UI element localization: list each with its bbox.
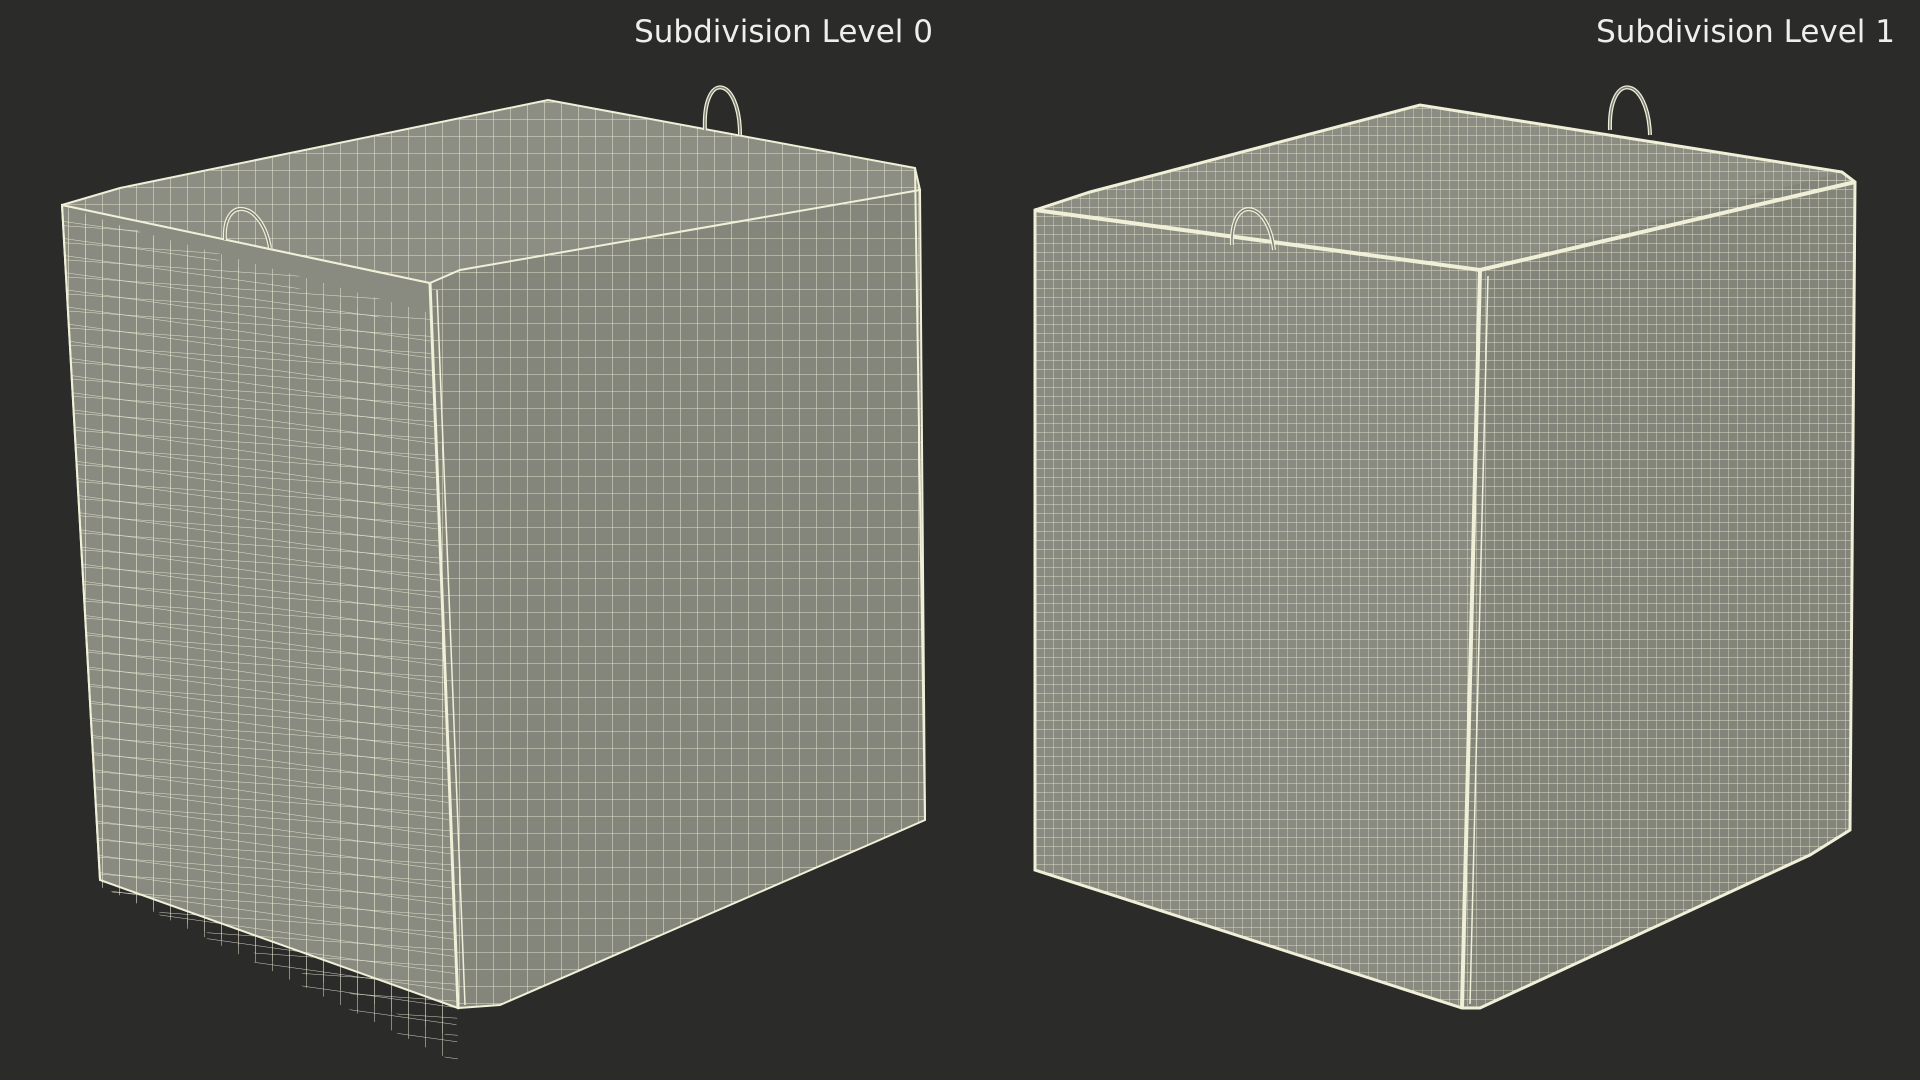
wireframe-models: [60, 85, 1857, 1080]
mesh-level-0: [60, 85, 927, 1080]
viewport-scene: Subdivision Level 0 Subdivision Level 1: [0, 0, 1920, 1080]
mesh-level-1: [1033, 85, 1857, 1010]
